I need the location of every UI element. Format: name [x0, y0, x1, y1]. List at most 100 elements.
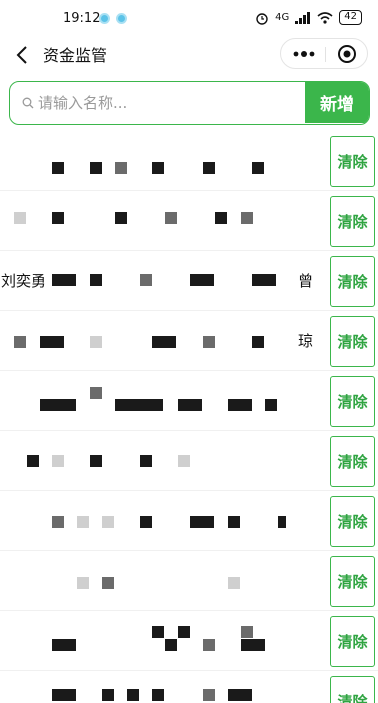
- redacted-mark: [102, 577, 114, 589]
- redacted-mark: [115, 212, 127, 224]
- clear-button[interactable]: 清除: [330, 316, 375, 367]
- redacted-mark: [140, 455, 152, 467]
- redacted-mark: [252, 162, 264, 174]
- nav-bar: 资金监管: [0, 36, 378, 76]
- signal-icon: [295, 11, 311, 24]
- redacted-mark: [52, 455, 64, 467]
- list-item[interactable]: 清除: [0, 611, 378, 671]
- redacted-mark: [241, 626, 253, 638]
- notification-dot-icon: [99, 13, 110, 24]
- list-item[interactable]: 清除: [0, 491, 378, 551]
- back-icon[interactable]: [13, 43, 33, 67]
- clear-button[interactable]: 清除: [330, 256, 375, 307]
- search-bar: 新增: [9, 81, 370, 125]
- add-button[interactable]: 新增: [305, 82, 369, 123]
- more-icon[interactable]: [292, 47, 316, 61]
- redacted-mark: [77, 577, 89, 589]
- redacted-mark: [14, 336, 26, 348]
- status-time: 19:12: [63, 11, 101, 26]
- redacted-mark: [165, 212, 177, 224]
- list-item[interactable]: 琼 清除: [0, 311, 378, 371]
- close-miniprogram-icon[interactable]: [337, 44, 357, 64]
- clear-button[interactable]: 清除: [330, 556, 375, 607]
- redacted-mark: [115, 399, 163, 411]
- search-icon: [22, 97, 34, 109]
- redacted-mark: [178, 399, 202, 411]
- redacted-mark: [215, 212, 227, 224]
- clear-button[interactable]: 清除: [330, 136, 375, 187]
- redacted-mark: [90, 274, 102, 286]
- battery-icon: 42: [339, 10, 362, 25]
- redacted-mark: [90, 162, 102, 174]
- redacted-mark: [127, 689, 139, 701]
- redacted-mark: [52, 689, 76, 701]
- redacted-mark: [52, 516, 64, 528]
- list-item[interactable]: 清除: [0, 131, 378, 191]
- item-suffix: 琼: [298, 332, 314, 350]
- redacted-mark: [102, 516, 114, 528]
- clear-button[interactable]: 清除: [330, 376, 375, 427]
- network-label: 4G: [275, 12, 290, 23]
- redacted-mark: [265, 399, 277, 411]
- redacted-mark: [252, 274, 276, 286]
- notification-dot-icon: [116, 13, 127, 24]
- redacted-mark: [241, 639, 265, 651]
- redacted-mark: [228, 516, 240, 528]
- redacted-mark: [228, 689, 252, 701]
- redacted-mark: [228, 399, 252, 411]
- redacted-mark: [27, 455, 39, 467]
- redacted-mark: [278, 516, 286, 528]
- wifi-icon: [317, 11, 333, 24]
- redacted-mark: [115, 162, 127, 174]
- redacted-mark: [203, 336, 215, 348]
- redacted-mark: [40, 399, 76, 411]
- redacted-mark: [152, 162, 164, 174]
- redacted-mark: [52, 162, 64, 174]
- redacted-mark: [77, 516, 89, 528]
- miniprogram-capsule: [280, 38, 368, 69]
- redacted-mark: [40, 336, 64, 348]
- page-title: 资金监管: [43, 46, 108, 65]
- clear-button[interactable]: 清除: [330, 616, 375, 667]
- redacted-mark: [178, 455, 190, 467]
- fund-list: 清除 清除 刘奕勇 曾 清除 琼 清除 清除 清除 清除 清除 清除 清除: [0, 131, 378, 703]
- redacted-mark: [190, 274, 214, 286]
- redacted-mark: [90, 455, 102, 467]
- status-icons: 4G 42: [255, 10, 362, 25]
- clear-button[interactable]: 清除: [330, 196, 375, 247]
- redacted-mark: [152, 689, 164, 701]
- redacted-mark: [52, 639, 76, 651]
- list-item[interactable]: 清除: [0, 191, 378, 251]
- redacted-mark: [52, 212, 64, 224]
- search-input[interactable]: [38, 82, 304, 123]
- redacted-mark: [102, 689, 114, 701]
- redacted-mark: [241, 212, 253, 224]
- redacted-mark: [90, 336, 102, 348]
- item-name: 刘奕勇: [1, 272, 47, 290]
- redacted-mark: [152, 336, 176, 348]
- redacted-mark: [165, 639, 177, 651]
- redacted-mark: [228, 577, 240, 589]
- redacted-mark: [203, 689, 215, 701]
- redacted-mark: [178, 626, 190, 638]
- clear-button[interactable]: 清除: [330, 496, 375, 547]
- redacted-mark: [203, 639, 215, 651]
- redacted-mark: [14, 212, 26, 224]
- item-suffix: 曾: [298, 272, 314, 290]
- redacted-mark: [90, 387, 102, 399]
- redacted-mark: [190, 516, 214, 528]
- list-item[interactable]: 清除: [0, 671, 378, 703]
- clear-button[interactable]: 清除: [330, 436, 375, 487]
- redacted-mark: [52, 274, 76, 286]
- capsule-divider: [325, 47, 326, 62]
- list-item[interactable]: 清除: [0, 551, 378, 611]
- redacted-mark: [252, 336, 264, 348]
- list-item[interactable]: 清除: [0, 371, 378, 431]
- status-bar: 19:12 4G 42: [0, 0, 378, 36]
- redacted-mark: [152, 626, 164, 638]
- list-item[interactable]: 刘奕勇 曾 清除: [0, 251, 378, 311]
- clear-button[interactable]: 清除: [330, 676, 375, 703]
- alarm-icon: [256, 12, 268, 25]
- redacted-mark: [203, 162, 215, 174]
- list-item[interactable]: 清除: [0, 431, 378, 491]
